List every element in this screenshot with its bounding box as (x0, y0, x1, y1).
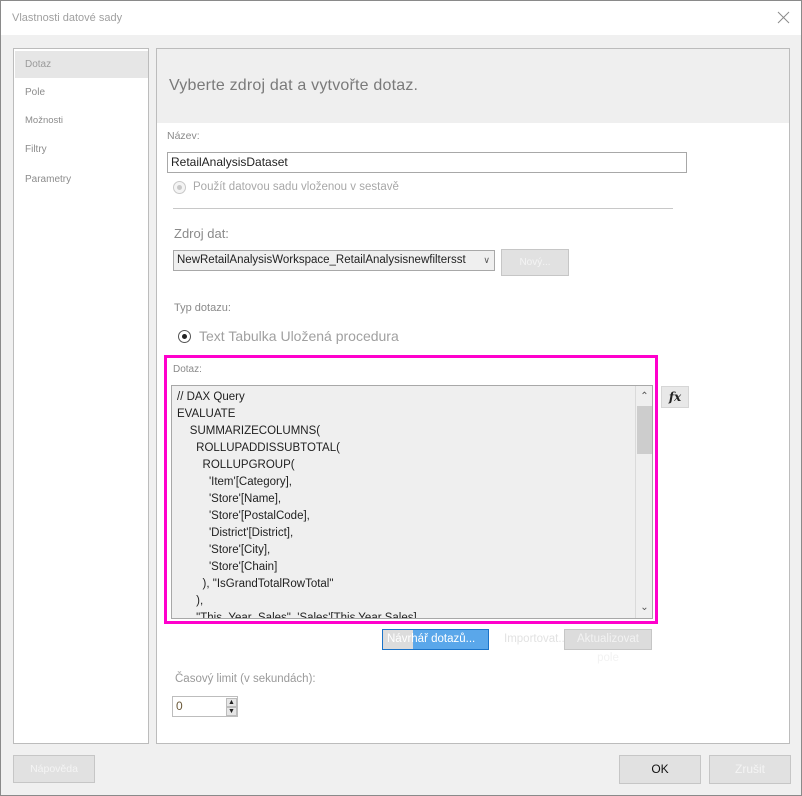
timeout-label: Časový limit (v sekundách): (175, 673, 316, 685)
scrollbar-thumb[interactable] (637, 406, 652, 454)
import-button[interactable]: Importovat... (504, 633, 568, 645)
query-designer-button[interactable]: Návrhář dotazů... (382, 629, 489, 650)
dataset-properties-dialog: Vlastnosti datové sady Dotaz Pole Možnos… (0, 0, 802, 796)
scroll-down-icon[interactable]: ⌄ (636, 599, 652, 616)
expression-button[interactable]: fx (661, 386, 689, 408)
chevron-down-icon: ∨ (481, 251, 490, 270)
stepper-down-icon[interactable]: ▼ (226, 707, 237, 716)
embedded-dataset-label: Použít datovou sadu vloženou v sestavě (193, 181, 399, 193)
timeout-value[interactable]: 0 (176, 699, 183, 713)
datasource-value: NewRetailAnalysisWorkspace_RetailAnalysi… (177, 254, 466, 266)
sidebar-item-parametry[interactable]: Parametry (15, 166, 148, 193)
name-label: Název: (167, 130, 200, 142)
query-type-options[interactable]: Text Tabulka Uložená procedura (199, 328, 399, 344)
help-button[interactable]: Nápověda (13, 755, 95, 783)
query-type-text-radio[interactable] (178, 330, 191, 343)
close-button[interactable] (773, 9, 793, 27)
embedded-dataset-radio[interactable] (173, 181, 186, 194)
refresh-fields-button[interactable]: Aktualizovat pole (564, 629, 652, 664)
sidebar: Dotaz Pole Možnosti Filtry Parametry (13, 48, 149, 744)
query-text[interactable]: // DAX Query EVALUATE SUMMARIZECOLUMNS( … (177, 389, 417, 618)
close-icon (777, 11, 790, 24)
stepper-up-icon[interactable]: ▲ (226, 698, 237, 707)
ok-button[interactable]: OK (619, 755, 701, 784)
sidebar-item-pole[interactable]: Pole (15, 79, 148, 106)
fx-icon: fx (668, 390, 682, 404)
new-datasource-button[interactable]: Nový... (501, 249, 569, 276)
query-type-label: Typ dotazu: (174, 302, 231, 314)
name-input[interactable]: RetailAnalysisDataset (167, 152, 687, 173)
page-header: Vyberte zdroj dat a vytvořte dotaz. (169, 77, 419, 94)
query-designer-label: Návrhář dotazů... (387, 633, 476, 645)
query-label: Dotaz: (173, 364, 202, 375)
query-scrollbar[interactable]: ⌃ ⌄ (635, 386, 652, 618)
divider (173, 208, 673, 209)
cancel-button[interactable]: Zrušit (709, 755, 791, 784)
query-textarea[interactable]: // DAX Query EVALUATE SUMMARIZECOLUMNS( … (171, 385, 653, 619)
timeout-stepper[interactable]: 0 ▲ ▼ (172, 696, 238, 717)
datasource-label: Zdroj dat: (174, 226, 229, 241)
sidebar-item-filtry[interactable]: Filtry (15, 136, 148, 163)
header-band: Vyberte zdroj dat a vytvořte dotaz. (157, 49, 789, 123)
datasource-select[interactable]: NewRetailAnalysisWorkspace_RetailAnalysi… (173, 250, 495, 271)
title-bar: Vlastnosti datové sady (1, 1, 801, 35)
dialog-title: Vlastnosti datové sady (12, 12, 123, 24)
sidebar-item-moznosti[interactable]: Možnosti (15, 107, 148, 134)
scroll-up-icon[interactable]: ⌃ (636, 388, 652, 405)
sidebar-item-dotaz[interactable]: Dotaz (15, 51, 148, 78)
